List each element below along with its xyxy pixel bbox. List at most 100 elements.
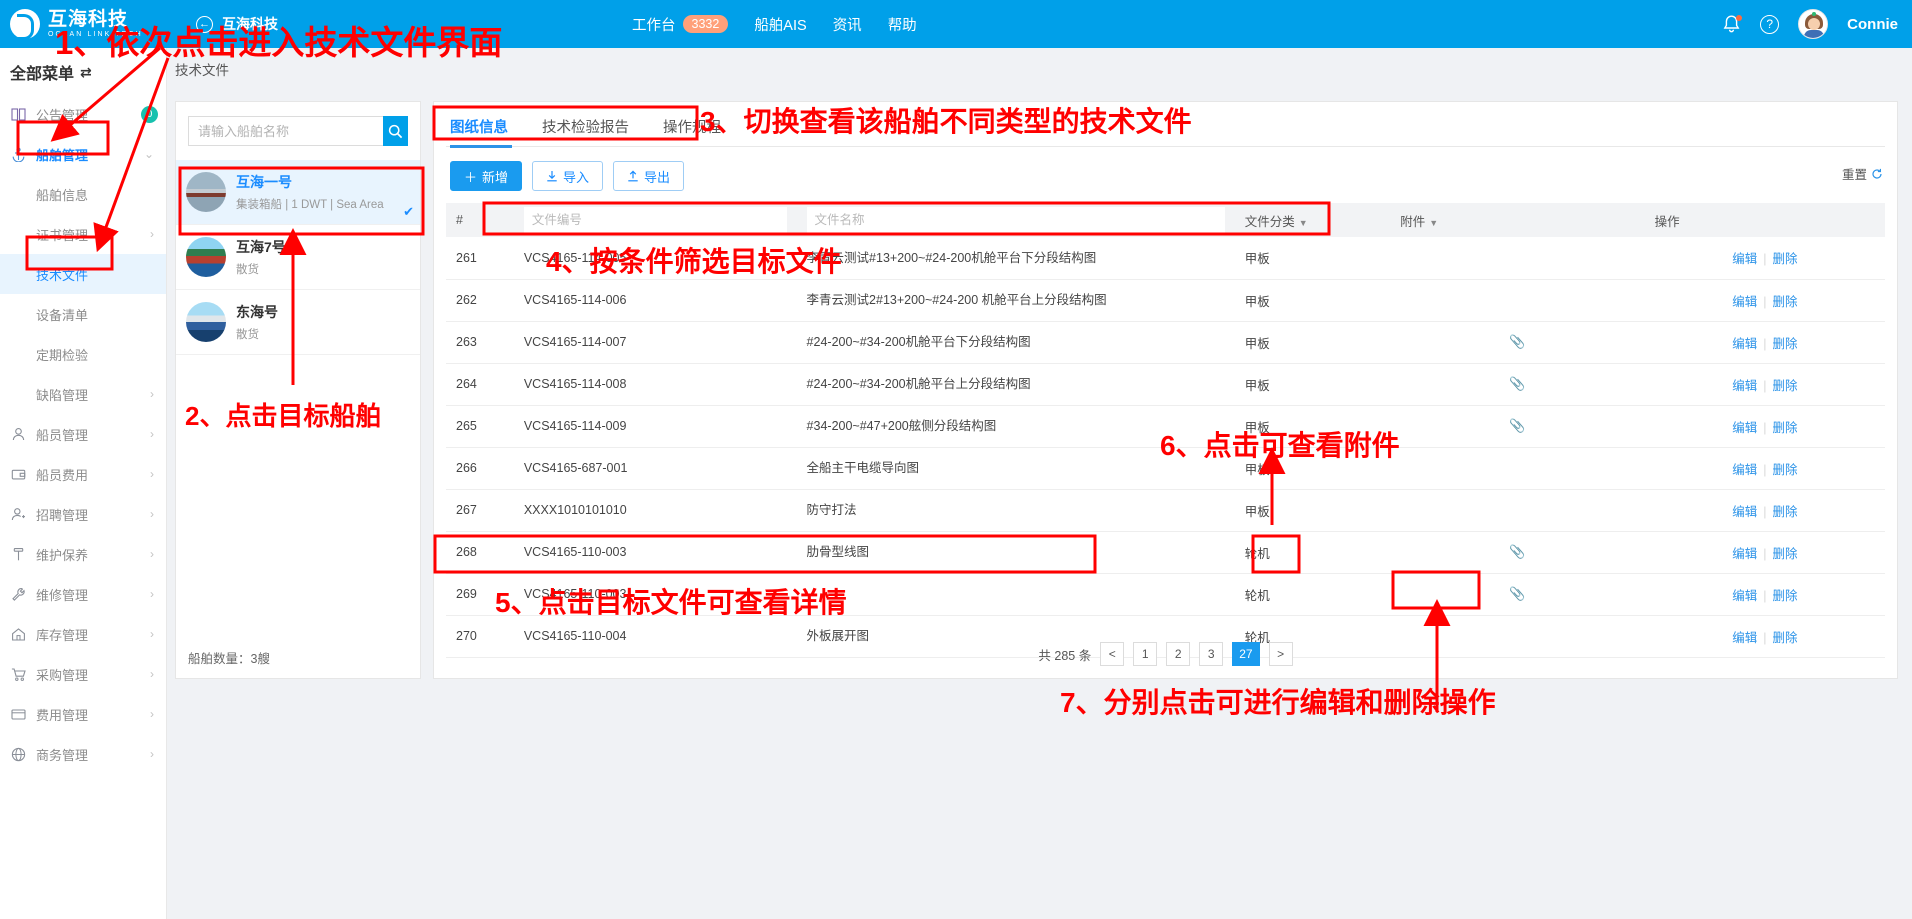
delete-link-6[interactable]: 删除 [1772,505,1797,519]
reset-button[interactable]: 重置 [1842,164,1883,183]
sidebar-item-7[interactable]: 缺陷管理 › [0,374,166,414]
ship-search-input[interactable] [188,116,383,146]
nav-item-workbench[interactable]: 工作台 3332 [632,14,729,35]
cell-attachment-4[interactable]: 📎 [1390,405,1645,448]
cell-code-6[interactable]: XXXX1010101010 [513,489,797,532]
edit-link-5[interactable]: 编辑 [1732,463,1757,477]
sidebar-item-0[interactable]: 公告管理 0 [0,94,166,134]
attachment-clip-icon-4[interactable]: 📎 [1509,418,1525,433]
sidebar-item-5[interactable]: 设备清单 [0,294,166,334]
attachment-clip-icon-2[interactable]: 📎 [1509,334,1525,349]
pagination-prev[interactable]: < [1100,642,1125,666]
sidebar-item-8[interactable]: 船员管理 › [0,414,166,454]
cell-name-5[interactable]: 全船主干电缆导向图 [796,447,1235,490]
delete-link-7[interactable]: 删除 [1772,547,1797,561]
pagination-current[interactable]: 27 [1232,642,1260,666]
delete-link-5[interactable]: 删除 [1772,463,1797,477]
cell-code-1[interactable]: VCS4165-114-006 [513,279,797,322]
delete-link-4[interactable]: 删除 [1772,421,1797,435]
add-button[interactable]: ＋ 新增 [450,161,523,191]
table-row[interactable]: 268 VCS4165-110-003 肋骨型线图 轮机 📎 编辑 | 删除 [446,531,1885,574]
sidebar-item-2[interactable]: 船舶信息 [0,174,166,214]
sidebar-item-15[interactable]: 费用管理 › [0,694,166,734]
sidebar-item-14[interactable]: 采购管理 › [0,654,166,694]
delete-link-2[interactable]: 删除 [1772,337,1797,351]
edit-link-7[interactable]: 编辑 [1732,547,1757,561]
table-row[interactable]: 261 VCS4165-114-005 李青云测试#13+200~#24-200机舱… [446,237,1885,280]
sidebar-item-13[interactable]: 库存管理 › [0,614,166,654]
delete-link-0[interactable]: 删除 [1772,252,1797,266]
cell-name-0[interactable]: 李青云测试#13+200~#24-200机舱平台下分段结构图 [796,237,1235,280]
edit-link-8[interactable]: 编辑 [1732,589,1757,603]
sidebar-item-1[interactable]: 船舶管理 ⌄ [0,134,166,174]
swap-icon[interactable]: ⇄ [80,64,92,81]
notification-bell-icon[interactable] [1722,14,1743,35]
attachment-clip-icon-7[interactable]: 📎 [1509,544,1525,559]
table-row[interactable]: 262 VCS4165-114-006 李青云测试2#13+200~#24-200 … [446,279,1885,322]
cell-attachment-8[interactable]: 📎 [1390,573,1645,616]
sidebar-item-12[interactable]: 维修管理 › [0,574,166,614]
edit-link-3[interactable]: 编辑 [1732,379,1757,393]
tab-2[interactable]: 操作规程 [663,116,721,146]
sidebar-item-11[interactable]: 维护保养 › [0,534,166,574]
cell-code-3[interactable]: VCS4165-114-008 [513,363,797,406]
sidebar-item-3[interactable]: 证书管理 › [0,214,166,254]
cell-name-3[interactable]: #24-200~#34-200机舱平台上分段结构图 [796,363,1235,406]
sidebar-item-16[interactable]: 商务管理 › [0,734,166,774]
cell-name-1[interactable]: 李青云测试2#13+200~#24-200 机舱平台上分段结构图 [796,279,1235,322]
pagination-page-3[interactable]: 3 [1199,642,1224,666]
nav-item-news[interactable]: 资讯 [833,14,862,35]
edit-link-2[interactable]: 编辑 [1732,337,1757,351]
import-button[interactable]: 导入 [532,161,604,191]
cell-name-7[interactable]: 肋骨型线图 [796,531,1235,574]
table-row[interactable]: 266 VCS4165-687-001 全船主干电缆导向图 甲板 编辑 | 删除 [446,447,1885,490]
pagination-page-1[interactable]: 1 [1133,642,1158,666]
cell-attachment-2[interactable]: 📎 [1390,321,1645,364]
nav-item-help[interactable]: 帮助 [888,14,917,35]
table-row[interactable]: 267 XXXX1010101010 防守打法 甲板 编辑 | 删除 [446,489,1885,532]
edit-link-4[interactable]: 编辑 [1732,421,1757,435]
sidebar-item-10[interactable]: 招聘管理 › [0,494,166,534]
ship-item-1[interactable]: 互海7号 散货 [176,225,420,290]
tab-1[interactable]: 技术检验报告 [542,116,629,146]
ship-search-button[interactable] [383,116,408,146]
edit-link-1[interactable]: 编辑 [1732,295,1757,309]
avatar[interactable] [1798,9,1829,39]
cell-code-5[interactable]: VCS4165-687-001 [513,447,797,490]
tab-0[interactable]: 图纸信息 [450,116,508,146]
ship-item-2[interactable]: 东海号 散货 [176,290,420,355]
filter-name-input[interactable] [806,207,1225,233]
th-attachment[interactable]: 附件 ▼ [1390,203,1645,237]
table-row[interactable]: 264 VCS4165-114-008 #24-200~#34-200机舱平台上分段… [446,363,1885,406]
ship-item-0[interactable]: 互海一号 集装箱船 | 1 DWT | Sea Area ✔ [176,160,420,225]
cell-name-4[interactable]: #34-200~#47+200舷侧分段结构图 [796,405,1235,448]
cell-code-0[interactable]: VCS4165-114-005 [513,237,797,280]
attachment-clip-icon-8[interactable]: 📎 [1509,586,1525,601]
table-row[interactable]: 269 VCS4165-110-003 轮机 📎 编辑 | 删除 [446,573,1885,616]
sidebar-item-4[interactable]: 技术文件 [0,254,166,294]
nav-item-ais[interactable]: 船舶AIS [754,14,806,35]
sidebar-item-6[interactable]: 定期检验 [0,334,166,374]
pagination-next[interactable]: > [1268,642,1293,666]
export-button[interactable]: 导出 [613,161,685,191]
sidebar-item-9[interactable]: 船员费用 › [0,454,166,494]
cell-name-8[interactable] [796,573,1235,616]
back-arrow-icon[interactable]: ← [196,15,213,33]
cell-name-2[interactable]: #24-200~#34-200机舱平台下分段结构图 [796,321,1235,364]
edit-link-0[interactable]: 编辑 [1732,252,1757,266]
cell-code-8[interactable]: VCS4165-110-003 [513,573,797,616]
brand-logo[interactable]: 互海科技 OCEAN LINK TECH [10,9,190,40]
back-group[interactable]: ← 互海科技 [196,14,278,34]
edit-link-6[interactable]: 编辑 [1732,505,1757,519]
cell-name-6[interactable]: 防守打法 [796,489,1235,532]
cell-code-7[interactable]: VCS4165-110-003 [513,531,797,574]
filter-code-input[interactable] [523,207,787,233]
cell-attachment-3[interactable]: 📎 [1390,363,1645,406]
cell-code-2[interactable]: VCS4165-114-007 [513,321,797,364]
delete-link-8[interactable]: 删除 [1772,589,1797,603]
pagination-page-2[interactable]: 2 [1166,642,1191,666]
delete-link-3[interactable]: 删除 [1772,379,1797,393]
table-row[interactable]: 265 VCS4165-114-009 #34-200~#47+200舷侧分段结构图… [446,405,1885,448]
cell-attachment-7[interactable]: 📎 [1390,531,1645,574]
help-question-icon[interactable]: ? [1760,14,1780,34]
